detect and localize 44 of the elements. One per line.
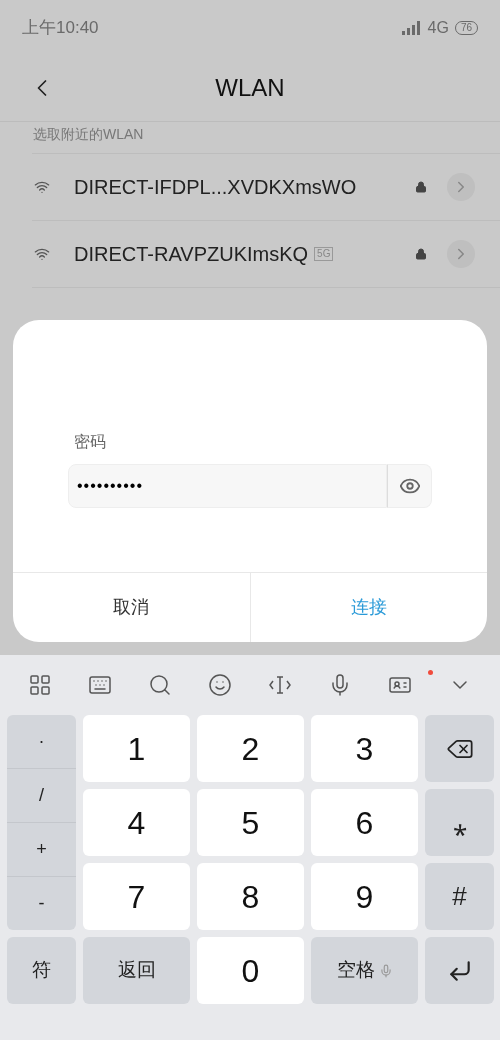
digit-key[interactable]: 1 <box>83 715 190 782</box>
cancel-button[interactable]: 取消 <box>13 573 250 642</box>
digit-key[interactable]: 2 <box>197 715 304 782</box>
band-badge: 5G <box>314 247 334 261</box>
wifi-icon <box>32 246 52 262</box>
back-key[interactable]: 返回 <box>83 937 190 1004</box>
password-label: 密码 <box>74 432 107 452</box>
network-type: 4G <box>427 17 449 38</box>
signal-icon <box>401 20 422 35</box>
digit-key[interactable]: 8 <box>197 863 304 930</box>
digit-key[interactable]: 0 <box>197 937 304 1004</box>
page-title: WLAN <box>215 73 285 103</box>
password-field[interactable]: •••••••••• <box>68 464 387 508</box>
symbol-key[interactable]: / <box>7 768 76 822</box>
digit-key[interactable]: 5 <box>197 789 304 856</box>
symbol-key[interactable]: + <box>7 822 76 876</box>
space-key[interactable]: 空格 <box>311 937 418 1004</box>
symbols-key[interactable]: 符 <box>7 937 76 1004</box>
digit-key[interactable]: 9 <box>311 863 418 930</box>
microphone-icon <box>378 963 393 978</box>
network-name: DIRECT-IFDPL...XVDKXmsWO <box>74 175 357 200</box>
enter-key[interactable] <box>425 937 494 1004</box>
backspace-key[interactable] <box>425 715 494 782</box>
symbol-key[interactable]: ⁎ <box>425 789 494 856</box>
digit-key[interactable]: 7 <box>83 863 190 930</box>
network-name: DIRECT-RAVPZUKImsKQ <box>74 242 309 267</box>
section-label: 选取附近的WLAN <box>32 125 145 144</box>
smiley-icon[interactable] <box>208 673 232 697</box>
space-label: 空格 <box>336 958 375 983</box>
grid-icon[interactable] <box>28 673 52 697</box>
search-icon[interactable] <box>148 673 172 697</box>
symbol-key[interactable]: · <box>7 715 76 768</box>
symbol-key[interactable]: # <box>425 863 494 930</box>
wifi-icon <box>32 179 52 195</box>
digit-key[interactable]: 4 <box>83 789 190 856</box>
network-row[interactable]: DIRECT-IFDPL...XVDKXmsWO <box>32 153 500 220</box>
cursor-icon[interactable] <box>268 673 292 697</box>
symbol-key[interactable]: - <box>7 876 76 930</box>
status-time: 上午10:40 <box>22 16 99 39</box>
keyboard-icon[interactable] <box>88 673 112 697</box>
digit-key[interactable]: 3 <box>311 715 418 782</box>
digit-key[interactable]: 6 <box>311 789 418 856</box>
show-password-button[interactable] <box>387 464 432 508</box>
network-row[interactable]: DIRECT-RAVPZUKImsKQ 5G <box>32 220 500 287</box>
